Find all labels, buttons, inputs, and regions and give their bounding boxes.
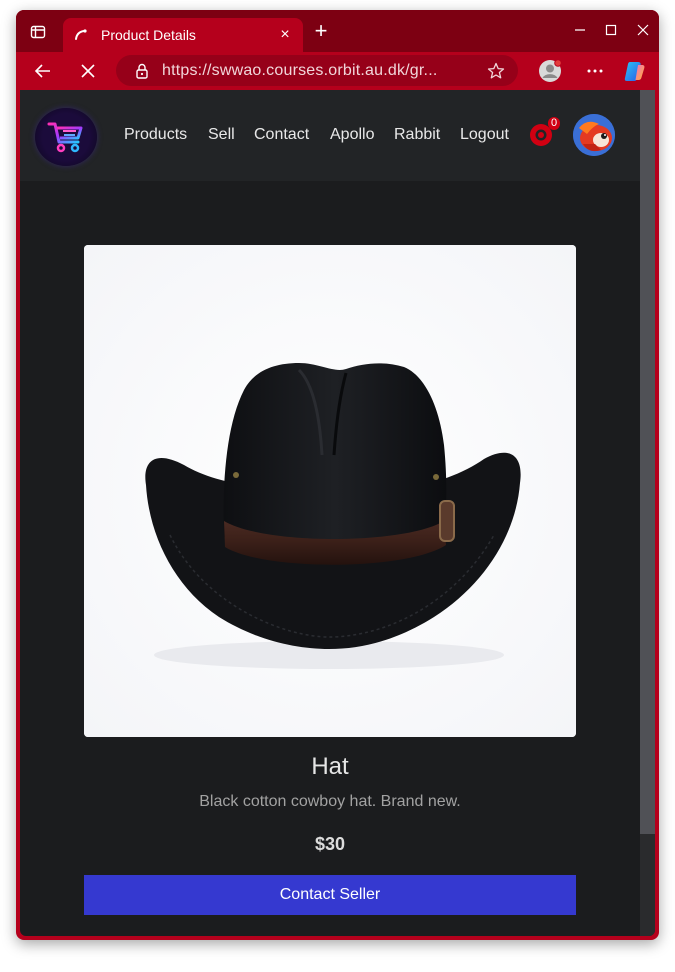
window-close-icon[interactable] — [632, 20, 654, 40]
close-icon[interactable]: × — [277, 26, 293, 44]
profile-icon[interactable] — [537, 59, 563, 82]
minimize-icon[interactable] — [569, 20, 591, 40]
cart-logo-icon[interactable] — [35, 108, 97, 166]
product-price: $30 — [314, 834, 346, 854]
back-icon[interactable] — [31, 60, 55, 82]
nav-link-logout[interactable]: Logout — [460, 126, 509, 144]
avatar[interactable] — [573, 114, 615, 156]
plus-icon[interactable]: + — [311, 20, 331, 42]
notification-count: 0 — [548, 117, 561, 130]
scrollbar-thumb[interactable] — [640, 90, 655, 834]
product-description: Black cotton cowboy hat. Brand new. — [199, 793, 461, 810]
copilot-icon[interactable] — [623, 60, 647, 82]
nav-link-apollo[interactable]: Apollo — [330, 126, 374, 144]
site-navbar: Products Sell Contact Apollo Rabbit Logo… — [20, 90, 640, 181]
nav-link-products[interactable]: Products — [124, 126, 187, 144]
stop-icon[interactable] — [76, 60, 100, 82]
browser-toolbar: https://swwao.courses.orbit.au.dk/gr... — [16, 52, 659, 90]
page-viewport: Products Sell Contact Apollo Rabbit Logo… — [20, 90, 655, 936]
tab-title: Product Details — [101, 27, 196, 43]
nav-link-rabbit[interactable]: Rabbit — [394, 126, 440, 144]
scrollbar[interactable] — [640, 90, 655, 936]
title-bar: Product Details × + — [16, 10, 659, 52]
tab-actions-icon[interactable] — [26, 22, 50, 42]
lock-icon[interactable] — [134, 63, 150, 79]
maximize-icon[interactable] — [600, 20, 622, 40]
hat-illustration — [84, 245, 576, 737]
product-title: Hat — [311, 753, 349, 780]
product-image — [84, 245, 576, 737]
more-icon[interactable] — [583, 60, 607, 82]
address-bar[interactable]: https://swwao.courses.orbit.au.dk/gr... — [116, 55, 518, 86]
notification-icon[interactable]: 0 — [528, 117, 561, 150]
browser-window: Product Details × + https://swwao.course… — [16, 10, 659, 940]
nav-link-sell[interactable]: Sell — [208, 126, 235, 144]
favicon-icon — [73, 27, 89, 43]
url-text: https://swwao.courses.orbit.au.dk/gr... — [162, 61, 438, 79]
nav-link-contact[interactable]: Contact — [254, 126, 309, 144]
tab-product-details[interactable]: Product Details × — [63, 18, 303, 52]
contact-seller-button[interactable]: Contact Seller — [84, 875, 576, 915]
star-icon[interactable] — [486, 61, 506, 81]
